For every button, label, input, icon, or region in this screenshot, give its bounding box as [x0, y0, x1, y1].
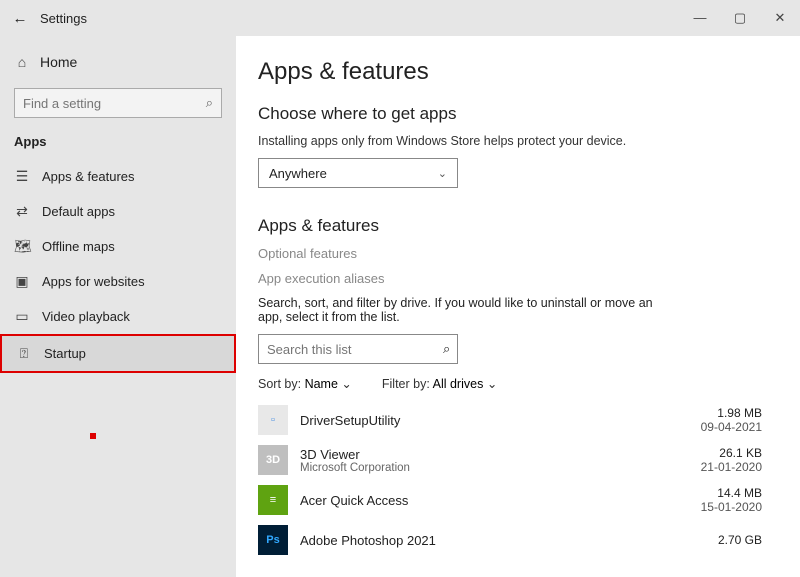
- app-meta: 14.4 MB15-01-2020: [701, 486, 762, 514]
- home-icon: ⌂: [14, 54, 30, 70]
- video-playback-icon: ▭: [14, 308, 30, 325]
- chevron-down-icon: ⌄: [438, 167, 447, 180]
- maximize-icon[interactable]: ▢: [720, 10, 760, 26]
- choose-hint: Installing apps only from Windows Store …: [258, 134, 762, 148]
- app-list: ▫DriverSetupUtility1.98 MB09-04-20213D3D…: [258, 405, 762, 555]
- close-icon[interactable]: ✕: [760, 10, 800, 26]
- apps-features-icon: ☰: [14, 168, 30, 185]
- home-label: Home: [40, 54, 77, 70]
- app-info: Adobe Photoshop 2021: [300, 533, 706, 548]
- app-size: 26.1 KB: [701, 446, 762, 460]
- search-description: Search, sort, and filter by drive. If yo…: [258, 296, 678, 324]
- sidebar: ⌂ Home ⌕ Apps ☰ Apps & features ⇄ Defaul…: [0, 36, 236, 577]
- app-list-search[interactable]: ⌕: [258, 334, 458, 364]
- app-info: 3D ViewerMicrosoft Corporation: [300, 447, 689, 474]
- chevron-down-icon: ⌄: [341, 377, 351, 391]
- titlebar: ← Settings — ▢ ✕: [0, 0, 800, 36]
- annotation-dot: [90, 433, 96, 439]
- sidebar-item-label: Apps & features: [42, 169, 135, 184]
- main-content: Apps & features Choose where to get apps…: [236, 36, 800, 577]
- app-meta: 1.98 MB09-04-2021: [701, 406, 762, 434]
- app-name: Acer Quick Access: [300, 493, 689, 508]
- optional-features-link[interactable]: Optional features: [258, 246, 762, 261]
- app-publisher: Microsoft Corporation: [300, 462, 689, 474]
- sort-filter-row: Sort by: Name ⌄ Filter by: All drives ⌄: [258, 376, 762, 391]
- window-title: Settings: [40, 11, 87, 26]
- sidebar-item-startup[interactable]: ⍰ Startup: [0, 334, 236, 373]
- search-icon: ⌕: [443, 341, 450, 357]
- search-icon: ⌕: [206, 95, 213, 111]
- sidebar-item-default-apps[interactable]: ⇄ Default apps: [0, 194, 236, 229]
- app-icon: ▫: [258, 405, 288, 435]
- apps-websites-icon: ▣: [14, 273, 30, 290]
- home-link[interactable]: ⌂ Home: [0, 46, 236, 78]
- app-name: Adobe Photoshop 2021: [300, 533, 706, 548]
- app-icon: Ps: [258, 525, 288, 555]
- minimize-icon[interactable]: —: [680, 10, 720, 26]
- app-meta: 26.1 KB21-01-2020: [701, 446, 762, 474]
- startup-icon: ⍰: [16, 345, 32, 362]
- app-row[interactable]: ▫ DriverSetupUtility 1.98 MB09-04-2021: [258, 405, 762, 435]
- choose-heading: Choose where to get apps: [258, 104, 762, 124]
- app-source-dropdown[interactable]: Anywhere ⌄: [258, 158, 458, 188]
- sort-by[interactable]: Sort by: Name ⌄: [258, 376, 352, 391]
- app-name: DriverSetupUtility: [300, 413, 689, 428]
- app-meta: 2.70 GB: [718, 533, 762, 547]
- settings-search[interactable]: ⌕: [14, 88, 222, 118]
- sidebar-item-label: Apps for websites: [42, 274, 145, 289]
- app-date: 21-01-2020: [701, 460, 762, 474]
- dropdown-value: Anywhere: [269, 166, 327, 181]
- app-info: DriverSetupUtility: [300, 413, 689, 428]
- sidebar-item-label: Default apps: [42, 204, 115, 219]
- settings-search-input[interactable]: [23, 96, 206, 111]
- app-size: 1.98 MB: [701, 406, 762, 420]
- execution-aliases-link[interactable]: App execution aliases: [258, 271, 762, 286]
- sidebar-item-label: Video playback: [42, 309, 130, 324]
- back-icon[interactable]: ←: [0, 10, 40, 27]
- page-title: Apps & features: [258, 58, 762, 86]
- app-date: 09-04-2021: [701, 420, 762, 434]
- default-apps-icon: ⇄: [14, 203, 30, 220]
- app-row[interactable]: Ps Adobe Photoshop 2021 2.70 GB: [258, 525, 762, 555]
- offline-maps-icon: 🗺: [14, 238, 30, 255]
- sidebar-item-label: Offline maps: [42, 239, 115, 254]
- sidebar-category: Apps: [0, 128, 236, 159]
- app-list-search-input[interactable]: [267, 342, 443, 357]
- app-size: 2.70 GB: [718, 533, 762, 547]
- filter-by[interactable]: Filter by: All drives ⌄: [382, 376, 497, 391]
- apps-features-heading: Apps & features: [258, 216, 762, 236]
- app-row[interactable]: 3D 3D ViewerMicrosoft Corporation 26.1 KB2…: [258, 445, 762, 475]
- sidebar-item-offline-maps[interactable]: 🗺 Offline maps: [0, 229, 236, 264]
- chevron-down-icon: ⌄: [487, 377, 497, 391]
- app-name: 3D Viewer: [300, 447, 689, 462]
- sidebar-item-label: Startup: [44, 346, 86, 361]
- sidebar-item-video-playback[interactable]: ▭ Video playback: [0, 299, 236, 334]
- app-info: Acer Quick Access: [300, 493, 689, 508]
- sidebar-item-apps-features[interactable]: ☰ Apps & features: [0, 159, 236, 194]
- app-row[interactable]: ≡ Acer Quick Access 14.4 MB15-01-2020: [258, 485, 762, 515]
- window-controls: — ▢ ✕: [680, 10, 800, 26]
- app-icon: ≡: [258, 485, 288, 515]
- app-icon: 3D: [258, 445, 288, 475]
- app-date: 15-01-2020: [701, 500, 762, 514]
- app-size: 14.4 MB: [701, 486, 762, 500]
- sidebar-item-apps-websites[interactable]: ▣ Apps for websites: [0, 264, 236, 299]
